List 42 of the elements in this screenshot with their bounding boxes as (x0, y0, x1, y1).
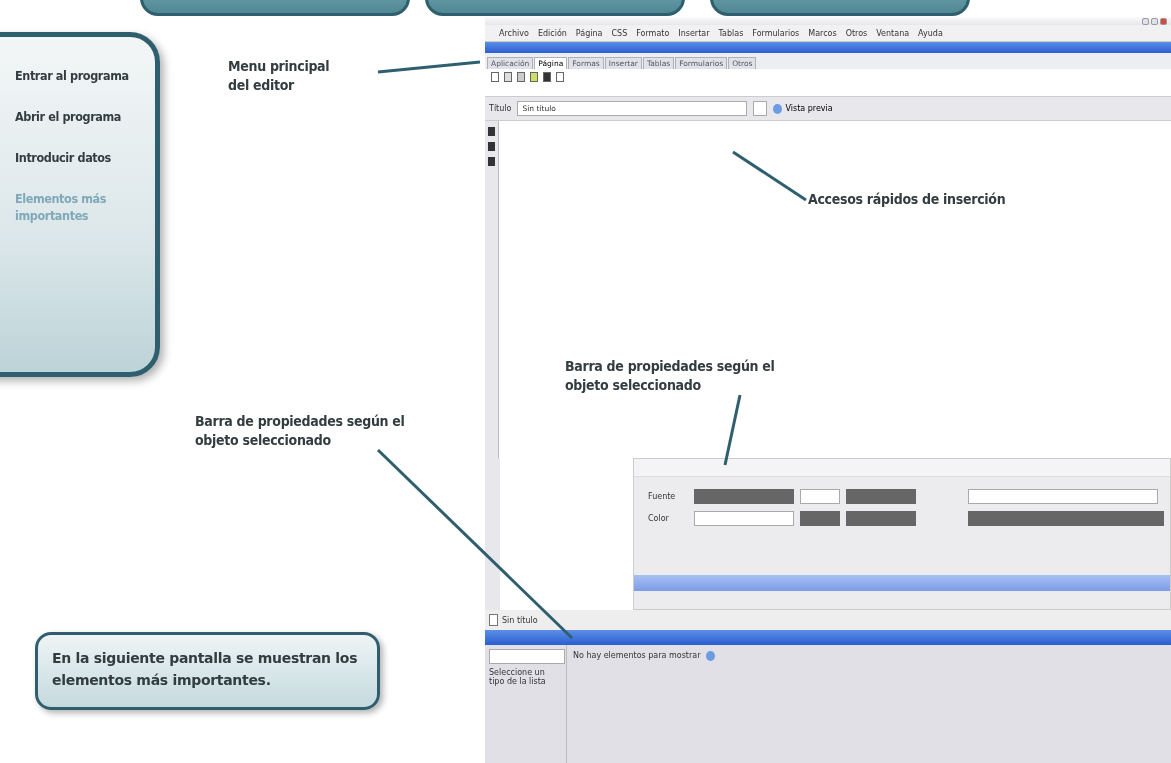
maximize-icon[interactable] (1151, 17, 1158, 25)
menu-item[interactable]: Otros (845, 28, 868, 38)
close-icon[interactable] (1160, 17, 1167, 25)
menu-item[interactable]: Insertar (678, 28, 710, 38)
menu-item[interactable]: Marcos (808, 28, 837, 38)
style-field[interactable] (846, 488, 916, 504)
menu-item[interactable]: Archivo (499, 28, 529, 38)
annotation: Menu principal del editor (228, 57, 331, 95)
document-icon (489, 614, 498, 626)
field-label: Color (648, 513, 670, 523)
field-label: Fuente (648, 491, 677, 501)
menu-item[interactable]: Tablas (718, 28, 744, 38)
menu-item[interactable]: Página (575, 28, 603, 38)
callout-text: En la siguiente pantalla se muestran los elementos más importantes. (35, 632, 380, 710)
nav-item[interactable]: Entrar al programa (15, 67, 145, 84)
annotation: Barra de propiedades según el objeto seleccionado (565, 357, 775, 395)
minimize-icon[interactable] (1142, 17, 1149, 25)
annotation: Accesos rápidos de inserción (808, 190, 1007, 209)
document-tab[interactable]: Sin título (502, 615, 538, 625)
type-select[interactable] (489, 649, 565, 664)
leader-line (723, 394, 742, 466)
nav-item[interactable]: Introducir datos (15, 149, 145, 166)
hint-text: Seleccione un tipo de la lista (489, 668, 547, 686)
size-select[interactable] (800, 488, 840, 504)
title-label: Título (489, 104, 512, 113)
format-field[interactable] (800, 510, 840, 526)
menu-item[interactable]: Formularios (752, 28, 800, 38)
font-field[interactable] (694, 488, 794, 504)
annotation: Barra de propiedades según el objeto seleccionado (195, 412, 406, 450)
format-field[interactable] (846, 510, 916, 526)
color-select[interactable] (694, 510, 794, 526)
menu-item[interactable]: Ayuda (918, 28, 943, 38)
link-field[interactable] (968, 488, 1158, 504)
preview-button[interactable]: Vista previa (773, 103, 833, 114)
menu-item[interactable]: Edición (537, 28, 567, 38)
nav-item[interactable]: Abrir el programa (15, 108, 145, 125)
menu-item[interactable]: Ventana (876, 28, 910, 38)
menu-item[interactable]: Formato (636, 28, 670, 38)
color-picker[interactable] (753, 101, 768, 116)
target-field[interactable] (968, 510, 1164, 526)
empty-message: No hay elementos para mostrar (573, 651, 701, 660)
menu-item[interactable]: CSS (611, 28, 628, 38)
